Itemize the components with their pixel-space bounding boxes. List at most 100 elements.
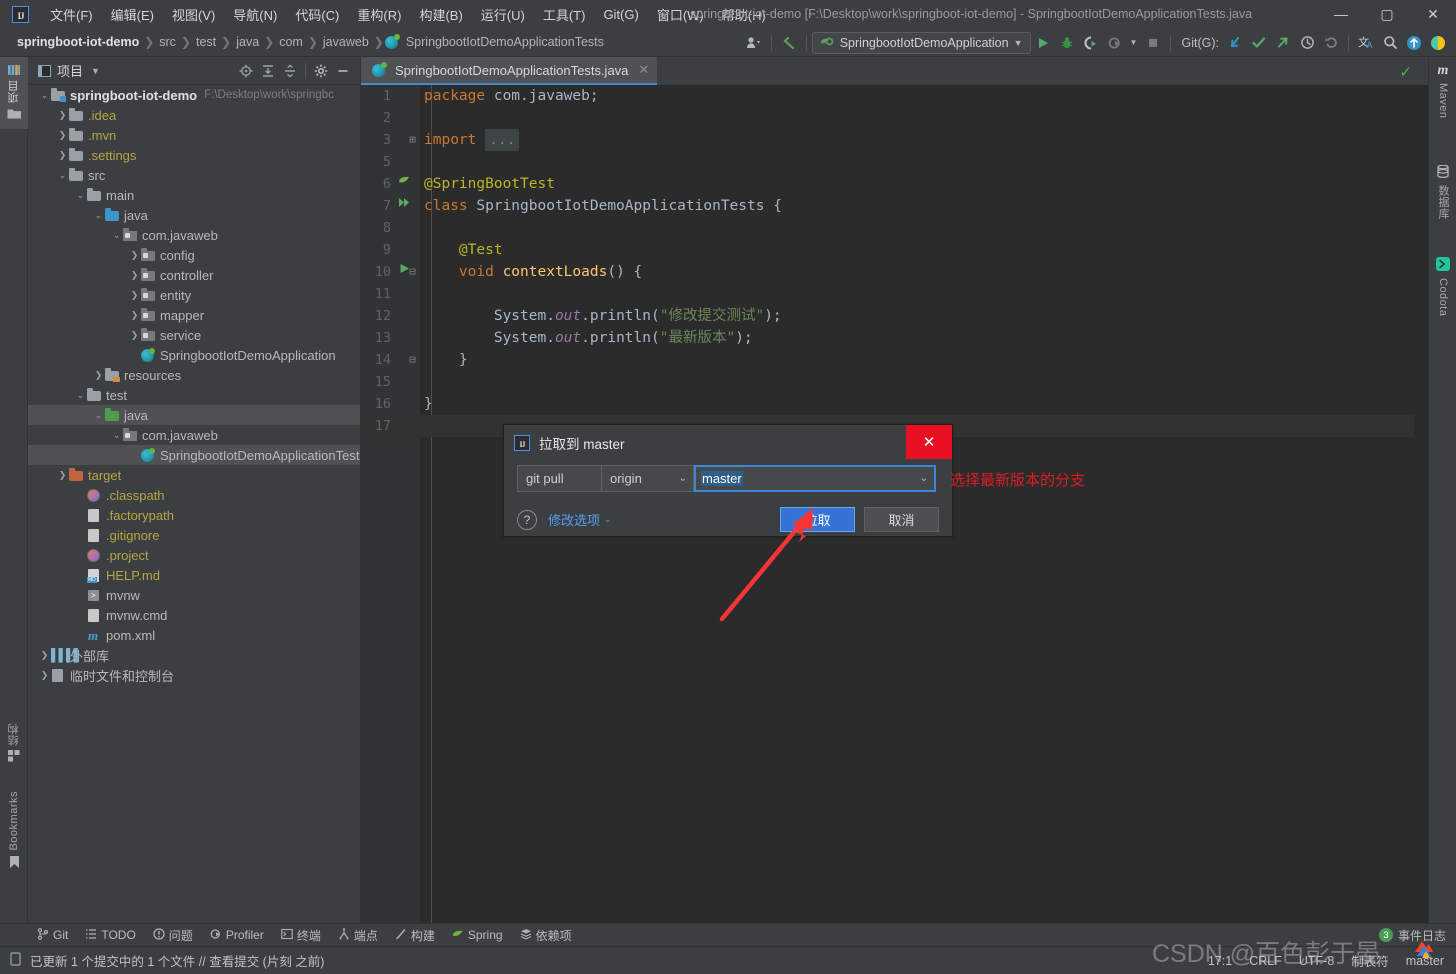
tree-node-mvnw-cmd[interactable]: mvnw.cmd <box>28 605 360 625</box>
stop-button[interactable] <box>1141 32 1165 54</box>
chevron-right-icon[interactable]: ❯ <box>92 370 105 381</box>
chevron-down-icon[interactable]: ⌄ <box>56 170 69 181</box>
dialog-close-button[interactable]: ✕ <box>906 425 952 459</box>
help-button[interactable]: ? <box>517 509 537 530</box>
run-with-coverage-button[interactable] <box>1079 32 1103 54</box>
menu-item-9[interactable]: Git(G) <box>594 4 647 25</box>
select-opened-file-icon[interactable] <box>235 60 257 82</box>
chevron-right-icon[interactable]: ❯ <box>38 650 51 661</box>
inspection-ok-icon[interactable]: ✓ <box>1399 63 1412 81</box>
menu-item-2[interactable]: 视图(V) <box>163 2 224 27</box>
git-rollback-icon[interactable] <box>1319 32 1343 54</box>
tree-node-springbootiotdemoapplicationtests[interactable]: SpringbootIotDemoApplicationTests <box>28 445 360 465</box>
tree-node-resources[interactable]: ❯ resources <box>28 365 360 385</box>
cancel-button[interactable]: 取消 <box>864 507 939 532</box>
codota-icon[interactable] <box>1426 32 1450 54</box>
tree-node-springboot-iot-demo[interactable]: ⌄ springboot-iot-demo F:\Desktop\work\spri… <box>28 85 360 105</box>
tree-node---------[interactable]: ❯ 临时文件和控制台 <box>28 665 360 685</box>
breadcrumb-item-6[interactable]: SpringbootIotDemoApplicationTests <box>402 34 608 50</box>
git-menu-label[interactable]: Git(G): <box>1182 36 1220 50</box>
tree-node-src[interactable]: ⌄ src <box>28 165 360 185</box>
sidebar-item-database[interactable]: 数据库 <box>1429 159 1456 226</box>
chevron-right-icon[interactable]: ❯ <box>56 110 69 121</box>
menu-item-1[interactable]: 编辑(E) <box>102 2 163 27</box>
tree-node-java[interactable]: ⌄ java <box>28 205 360 225</box>
hide-panel-icon[interactable] <box>332 60 354 82</box>
breadcrumb-item-3[interactable]: java <box>232 34 263 50</box>
status-message[interactable]: 已更新 1 个提交中的 1 个文件 // 查看提交 (片刻 之前) <box>30 951 324 970</box>
translate-icon[interactable]: 文A <box>1354 32 1378 54</box>
tree-node-target[interactable]: ❯ target <box>28 465 360 485</box>
tree-node-java[interactable]: ⌄ java <box>28 405 360 425</box>
tree-node-com-javaweb[interactable]: ⌄ com.javaweb <box>28 225 360 245</box>
tree-node--settings[interactable]: ❯ .settings <box>28 145 360 165</box>
chevron-down-icon[interactable]: ⌄ <box>92 210 105 221</box>
sidebar-item-project[interactable]: 项目 <box>0 57 28 129</box>
sidebar-item-structure[interactable]: 结构 <box>0 717 28 771</box>
chevron-down-icon[interactable]: ⌄ <box>110 230 123 241</box>
remote-select[interactable]: origin ⌄ <box>602 465 694 492</box>
chevron-right-icon[interactable]: ❯ <box>128 310 141 321</box>
tree-node--factorypath[interactable]: .factorypath <box>28 505 360 525</box>
modify-options-link[interactable]: 修改选项 ⌄ <box>548 510 612 529</box>
tree-node-service[interactable]: ❯ service <box>28 325 360 345</box>
tree-node-main[interactable]: ⌄ main <box>28 185 360 205</box>
tool-window-button-profiler[interactable]: Profiler <box>203 926 271 945</box>
tool-window-button-问题[interactable]: 问题 <box>146 925 200 946</box>
debug-button[interactable] <box>1055 32 1079 54</box>
spring-leaf-icon[interactable] <box>397 173 411 195</box>
breadcrumb-item-2[interactable]: test <box>192 34 220 50</box>
chevron-right-icon[interactable]: ❯ <box>128 250 141 261</box>
tree-node--gitignore[interactable]: .gitignore <box>28 525 360 545</box>
chevron-right-icon[interactable]: ❯ <box>56 150 69 161</box>
expand-all-icon[interactable] <box>257 60 279 82</box>
code-fold-toggle[interactable]: ⊞ <box>407 129 418 151</box>
chevron-down-icon[interactable]: ⌄ <box>74 390 87 401</box>
menu-item-6[interactable]: 构建(B) <box>410 2 471 27</box>
tree-node--idea[interactable]: ❯ .idea <box>28 105 360 125</box>
minimize-button[interactable]: — <box>1318 0 1364 28</box>
chevron-right-icon[interactable]: ❯ <box>56 130 69 141</box>
tree-node----[interactable]: ❯ ▌▌▌▌ 外部库 <box>28 645 360 665</box>
chevron-down-icon[interactable]: ⌄ <box>92 410 105 421</box>
tree-node-controller[interactable]: ❯ controller <box>28 265 360 285</box>
tree-node--mvn[interactable]: ❯ .mvn <box>28 125 360 145</box>
breadcrumb-item-0[interactable]: springboot-iot-demo <box>13 34 143 50</box>
tool-window-button-todo[interactable]: TODO <box>78 926 142 945</box>
menu-item-8[interactable]: 工具(T) <box>534 2 595 27</box>
chevron-down-icon[interactable]: ⌄ <box>74 190 87 201</box>
chevron-down-icon[interactable]: ⌄ <box>110 430 123 441</box>
menu-item-3[interactable]: 导航(N) <box>224 2 286 27</box>
sidebar-item-bookmarks[interactable]: Bookmarks <box>0 785 28 878</box>
branch-select[interactable]: master ⌄ <box>694 465 936 492</box>
tree-node-pom-xml[interactable]: m pom.xml <box>28 625 360 645</box>
tool-window-button-spring[interactable]: Spring <box>445 926 510 945</box>
close-window-button[interactable]: ✕ <box>1410 0 1456 28</box>
chevron-right-icon[interactable]: ❯ <box>38 670 51 681</box>
tree-node--classpath[interactable]: .classpath <box>28 485 360 505</box>
git-push-icon[interactable] <box>1271 32 1295 54</box>
back-arrow-icon[interactable] <box>777 32 801 54</box>
code-fold-toggle[interactable]: ⊟ <box>407 261 418 283</box>
git-update-icon[interactable] <box>1223 32 1247 54</box>
sidebar-item-codota[interactable]: Codota <box>1429 251 1456 322</box>
tree-node-test[interactable]: ⌄ test <box>28 385 360 405</box>
pull-button[interactable]: 拉取 <box>780 507 855 532</box>
profiler-button[interactable] <box>1103 32 1127 54</box>
menu-item-5[interactable]: 重构(R) <box>348 2 410 27</box>
tree-node-config[interactable]: ❯ config <box>28 245 360 265</box>
run-configuration-selector[interactable]: SpringbootIotDemoApplication ▼ <box>811 31 1031 54</box>
git-commit-icon[interactable] <box>1247 32 1271 54</box>
editor-right-gutter[interactable] <box>1414 85 1428 923</box>
tree-node-mapper[interactable]: ❯ mapper <box>28 305 360 325</box>
maximize-button[interactable]: ▢ <box>1364 0 1410 28</box>
search-icon[interactable] <box>1378 32 1402 54</box>
close-tab-icon[interactable]: ✕ <box>638 62 649 78</box>
gear-icon[interactable] <box>310 60 332 82</box>
breadcrumb-item-5[interactable]: javaweb <box>319 34 373 50</box>
collapse-all-icon[interactable] <box>279 60 301 82</box>
menu-item-0[interactable]: 文件(F) <box>41 2 102 27</box>
tree-node-springbootiotdemoapplication[interactable]: SpringbootIotDemoApplication <box>28 345 360 365</box>
tool-window-button-端点[interactable]: 端点 <box>331 925 385 946</box>
code-fold-toggle[interactable]: ⊟ <box>407 349 418 371</box>
